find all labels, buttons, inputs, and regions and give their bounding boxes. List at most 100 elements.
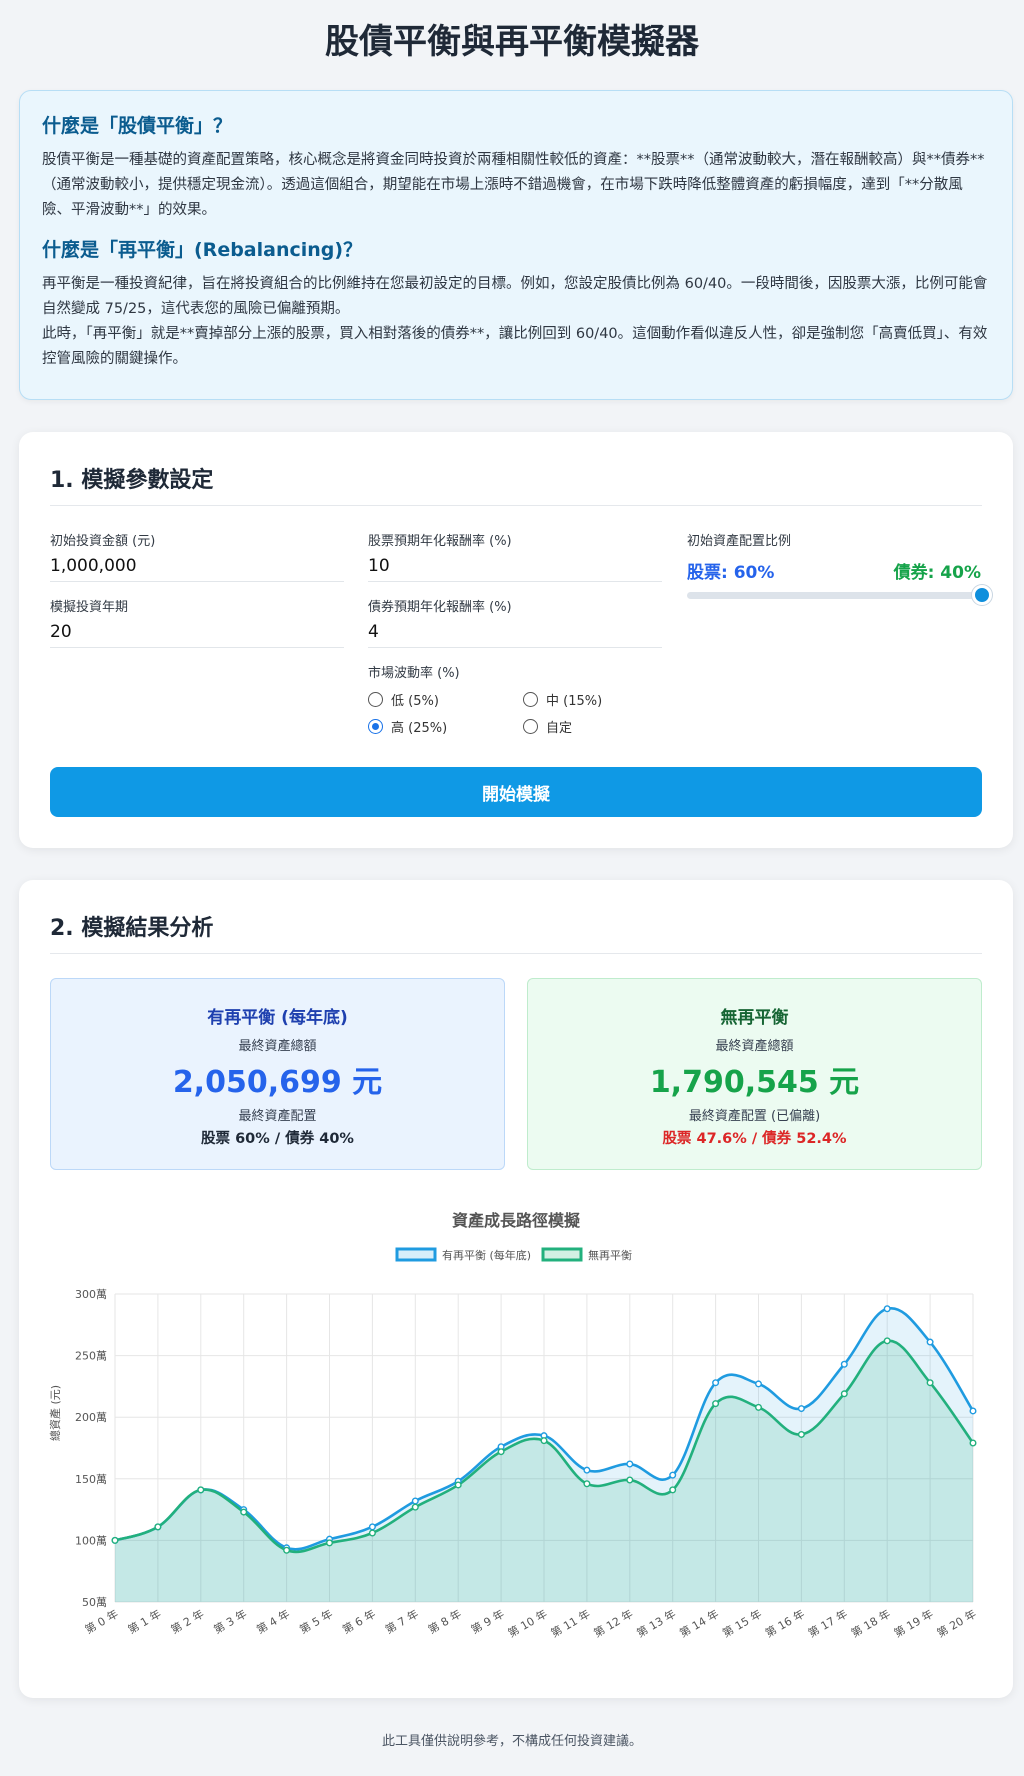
radio-label: 中 (15%)	[546, 694, 603, 709]
years-label: 模擬投資年期	[50, 600, 129, 615]
x-tick-label: 第 4 年	[254, 1606, 292, 1636]
y-tick-label: 50萬	[82, 1596, 107, 1609]
years-input[interactable]	[50, 616, 344, 648]
data-point-rebalanced	[583, 1466, 591, 1474]
page-title: 股債平衡與再平衡模擬器	[325, 22, 699, 62]
x-tick-label: 第 3 年	[211, 1606, 249, 1636]
bond-return-label: 債券預期年化報酬率 (%)	[368, 600, 512, 615]
params-section-title: 1. 模擬參數設定	[50, 468, 214, 493]
data-point-no-rebalance	[969, 1439, 977, 1447]
data-point-no-rebalance	[497, 1448, 505, 1456]
x-tick-label: 第 6 年	[340, 1606, 378, 1636]
chart-legend[interactable]: 有再平衡 (每年底) 無再平衡	[395, 1247, 632, 1262]
bond-return-input[interactable]	[368, 616, 662, 648]
disclaimer-footer: 此工具僅供說明參考，不構成任何投資建議。	[381, 1734, 642, 1749]
data-point-rebalanced	[712, 1379, 720, 1387]
data-point-rebalanced	[368, 1523, 376, 1531]
x-tick-label: 第 5 年	[297, 1606, 335, 1636]
y-axis-ticks: 50萬 100萬 150萬 200萬 250萬 300萬	[75, 1288, 107, 1609]
data-point-rebalanced	[926, 1338, 934, 1346]
x-tick-label: 第 8 年	[426, 1606, 464, 1636]
x-tick-label: 第 10 年	[505, 1606, 549, 1640]
data-point-rebalanced	[969, 1407, 977, 1415]
y-tick-label: 300萬	[75, 1288, 107, 1301]
data-point-no-rebalance	[926, 1379, 934, 1387]
allocation-slider-thumb[interactable]	[971, 585, 992, 605]
y-tick-label: 150萬	[75, 1473, 107, 1486]
x-tick-label: 第 20 年	[934, 1606, 978, 1640]
x-tick-label: 第 18 年	[848, 1606, 892, 1640]
data-point-rebalanced	[411, 1497, 419, 1505]
legend-label-no-rebalance[interactable]: 無再平衡	[588, 1248, 632, 1262]
initial-amount-input[interactable]	[50, 550, 344, 582]
data-point-no-rebalance	[111, 1536, 119, 1544]
x-tick-label: 第 0 年	[82, 1606, 120, 1636]
allocation-stock-text: 股票: 60%	[687, 563, 775, 583]
y-axis-title: 總資產 (元)	[48, 1385, 62, 1441]
intro-paragraph-rebalance: 再平衡是一種投資紀律，旨在將投資組合的比例維持在您最初設定的目標。例如，您設定股…	[42, 276, 988, 317]
radio-dot[interactable]	[523, 692, 538, 707]
x-tick-label: 第 11 年	[548, 1606, 592, 1640]
y-tick-label: 100萬	[75, 1534, 107, 1547]
radio-dot[interactable]	[368, 692, 383, 707]
x-tick-label: 第 19 年	[891, 1606, 935, 1640]
intro-heading-balance: 什麼是「股債平衡」？	[42, 115, 233, 137]
volatility-label: 市場波動率 (%)	[368, 666, 460, 681]
legend-label-rebalanced[interactable]: 有再平衡 (每年底)	[442, 1248, 531, 1262]
data-point-no-rebalance	[626, 1476, 634, 1484]
allocation-label: 初始資產配置比例	[687, 534, 792, 549]
data-point-rebalanced	[755, 1380, 763, 1388]
data-point-no-rebalance	[669, 1486, 677, 1494]
data-point-no-rebalance	[454, 1481, 462, 1489]
start-simulation-button[interactable]: 開始模擬	[50, 767, 982, 817]
volatility-option-custom[interactable]: 自定	[523, 717, 572, 736]
x-tick-label: 第 14 年	[677, 1606, 721, 1640]
radio-dot[interactable]	[523, 719, 538, 734]
data-point-no-rebalance	[797, 1430, 805, 1438]
stock-return-label: 股票預期年化報酬率 (%)	[368, 534, 512, 549]
y-tick-label: 250萬	[75, 1350, 107, 1363]
radio-dot-selected[interactable]	[368, 719, 383, 734]
x-tick-label: 第 16 年	[763, 1606, 807, 1640]
data-point-no-rebalance	[883, 1337, 891, 1345]
intro-card: 什麼是「股債平衡」？ 股債平衡是一種基礎的資產配置策略，核心概念是將資金同時投資…	[19, 90, 1013, 400]
data-point-rebalanced	[669, 1471, 677, 1479]
intro-heading-rebalance: 什麼是「再平衡」(Rebalancing)？	[42, 239, 363, 261]
x-axis-ticks: 第 0 年第 1 年第 2 年第 3 年第 4 年第 5 年第 6 年第 7 年…	[82, 1606, 978, 1640]
legend-swatch-no-rebalance[interactable]	[541, 1247, 583, 1262]
intro-paragraph-rebalance-action: 此時，「再平衡」就是**賣掉部分上漲的股票，買入相對落後的債券**，讓比例回到 …	[42, 326, 988, 367]
intro-paragraph-balance: 股債平衡是一種基礎的資產配置策略，核心概念是將資金同時投資於兩種相關性較低的資產…	[42, 152, 985, 218]
data-point-no-rebalance	[326, 1539, 334, 1547]
data-point-no-rebalance	[283, 1546, 291, 1554]
data-point-rebalanced	[626, 1460, 634, 1468]
section-divider	[50, 505, 982, 506]
initial-amount-label: 初始投資金額 (元)	[50, 534, 156, 549]
params-card: 1. 模擬參數設定 初始投資金額 (元) 模擬投資年期 股票預期年化報酬率 (%…	[19, 432, 1013, 848]
x-tick-label: 第 13 年	[634, 1606, 678, 1640]
data-point-no-rebalance	[540, 1437, 548, 1445]
legend-swatch-rebalanced[interactable]	[395, 1247, 437, 1262]
data-point-rebalanced	[797, 1405, 805, 1413]
data-point-no-rebalance	[755, 1403, 763, 1411]
x-tick-label: 第 1 年	[125, 1606, 163, 1636]
x-tick-label: 第 15 年	[720, 1606, 764, 1640]
stock-return-input[interactable]	[368, 550, 662, 582]
asset-growth-chart: 資產成長路徑模擬 有再平衡 (每年底) 無再平衡 總資產 (元) 50萬 100萬…	[48, 1211, 979, 1640]
x-tick-label: 第 9 年	[468, 1606, 506, 1636]
results-card: 2. 模擬結果分析 有再平衡 (每年底) 最終資產總額 2,050,699 元 …	[19, 880, 1013, 1698]
data-point-no-rebalance	[712, 1400, 720, 1408]
allocation-slider-track[interactable]	[687, 592, 983, 599]
data-point-no-rebalance	[240, 1508, 248, 1516]
volatility-option-low[interactable]: 低 (5%)	[368, 690, 439, 709]
data-point-no-rebalance	[197, 1486, 205, 1494]
data-point-no-rebalance	[154, 1523, 162, 1531]
volatility-option-high[interactable]: 高 (25%)	[368, 717, 447, 736]
x-tick-label: 第 7 年	[383, 1606, 421, 1636]
data-point-no-rebalance	[840, 1390, 848, 1398]
data-point-no-rebalance	[411, 1503, 419, 1511]
x-tick-label: 第 2 年	[168, 1606, 206, 1636]
data-point-rebalanced	[840, 1360, 848, 1368]
y-tick-label: 200萬	[75, 1411, 107, 1424]
data-point-rebalanced	[883, 1305, 891, 1313]
volatility-option-medium[interactable]: 中 (15%)	[523, 690, 602, 709]
